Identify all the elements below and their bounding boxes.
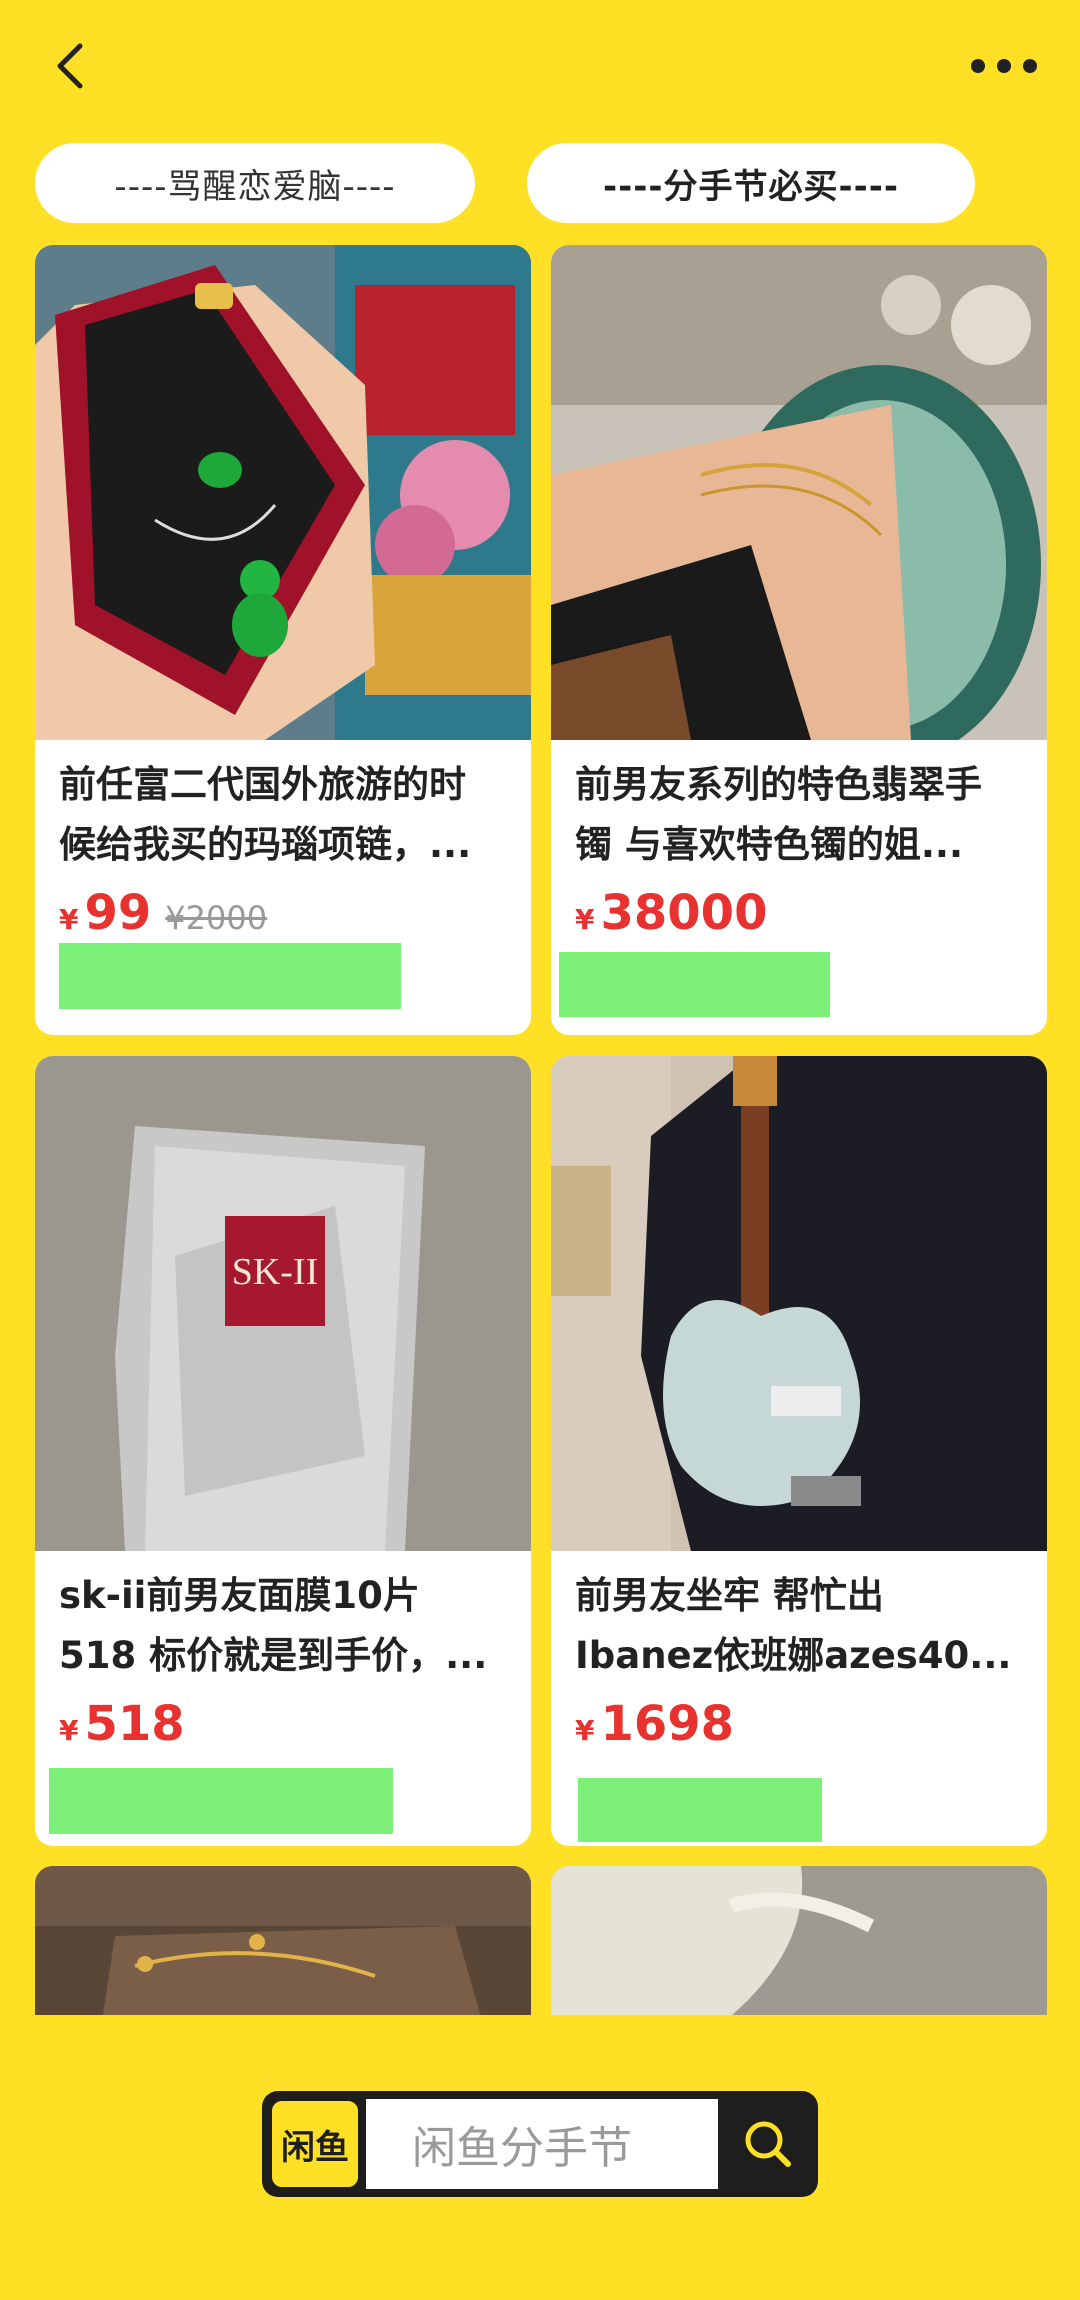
currency-symbol: ¥ [575, 903, 595, 936]
product-title: 前任富二代国外旅游的时 候给我买的玛瑙项链，... [59, 763, 472, 866]
jade-bangle-photo [551, 245, 1047, 740]
price-row: ¥ 38000 [575, 885, 767, 945]
price-row: ¥ 1698 [575, 1696, 734, 1756]
product-card[interactable]: 前男友坐牢 帮忙出 Ibanez依班娜azes40... ¥ 1698 [551, 1056, 1047, 1846]
xianyu-logo: 闲鱼 [268, 2097, 362, 2191]
search-icon [745, 2121, 791, 2167]
search-input[interactable]: 闲鱼分手节 [366, 2099, 718, 2189]
product-card[interactable] [35, 1866, 531, 2015]
product-price: 518 [84, 1696, 185, 1752]
product-title: sk-ii前男友面膜10片 518 标价就是到手价，... [59, 1574, 488, 1677]
electric-guitar-photo [551, 1056, 1047, 1551]
currency-symbol: ¥ [575, 1714, 595, 1747]
redacted-seller-info [59, 943, 401, 1009]
cream-fabric-photo [551, 1866, 1047, 2015]
price-row: ¥ 518 [59, 1696, 185, 1756]
product-price: 99 [84, 885, 152, 941]
product-price: 1698 [600, 1696, 735, 1752]
product-price: 38000 [600, 885, 768, 941]
product-card[interactable]: SK-II sk-ii前男友面膜10片 518 标价就是到手价，... ¥ 51… [35, 1056, 531, 1846]
redacted-seller-info [559, 952, 830, 1017]
product-card[interactable]: 前任富二代国外旅游的时 候给我买的玛瑙项链，... ¥ 99 ¥2000 [35, 245, 531, 1035]
product-grid: 前任富二代国外旅游的时 候给我买的玛瑙项链，... ¥ 99 ¥2000 前男友… [0, 0, 1080, 2015]
product-card[interactable]: 前男友系列的特色翡翠手 镯 与喜欢特色镯的姐... ¥ 38000 [551, 245, 1047, 1035]
jade-necklace-photo [35, 245, 531, 740]
search-button[interactable] [718, 2091, 818, 2197]
svg-text:SK-II: SK-II [232, 1251, 319, 1293]
currency-symbol: ¥ [59, 903, 79, 936]
search-bar[interactable]: 闲鱼 闲鱼分手节 [262, 2091, 818, 2197]
price-row: ¥ 99 ¥2000 [59, 885, 267, 945]
redacted-seller-info [49, 1768, 393, 1834]
currency-symbol: ¥ [59, 1714, 79, 1747]
product-title: 前男友坐牢 帮忙出 Ibanez依班娜azes40... [575, 1574, 1012, 1677]
product-card[interactable] [551, 1866, 1047, 2015]
redacted-seller-info [578, 1778, 822, 1842]
product-title: 前男友系列的特色翡翠手 镯 与喜欢特色镯的姐... [575, 763, 982, 866]
face-mask-photo: SK-II [35, 1056, 531, 1551]
original-price: ¥2000 [165, 899, 268, 937]
gold-bracelet-photo [35, 1866, 531, 2015]
